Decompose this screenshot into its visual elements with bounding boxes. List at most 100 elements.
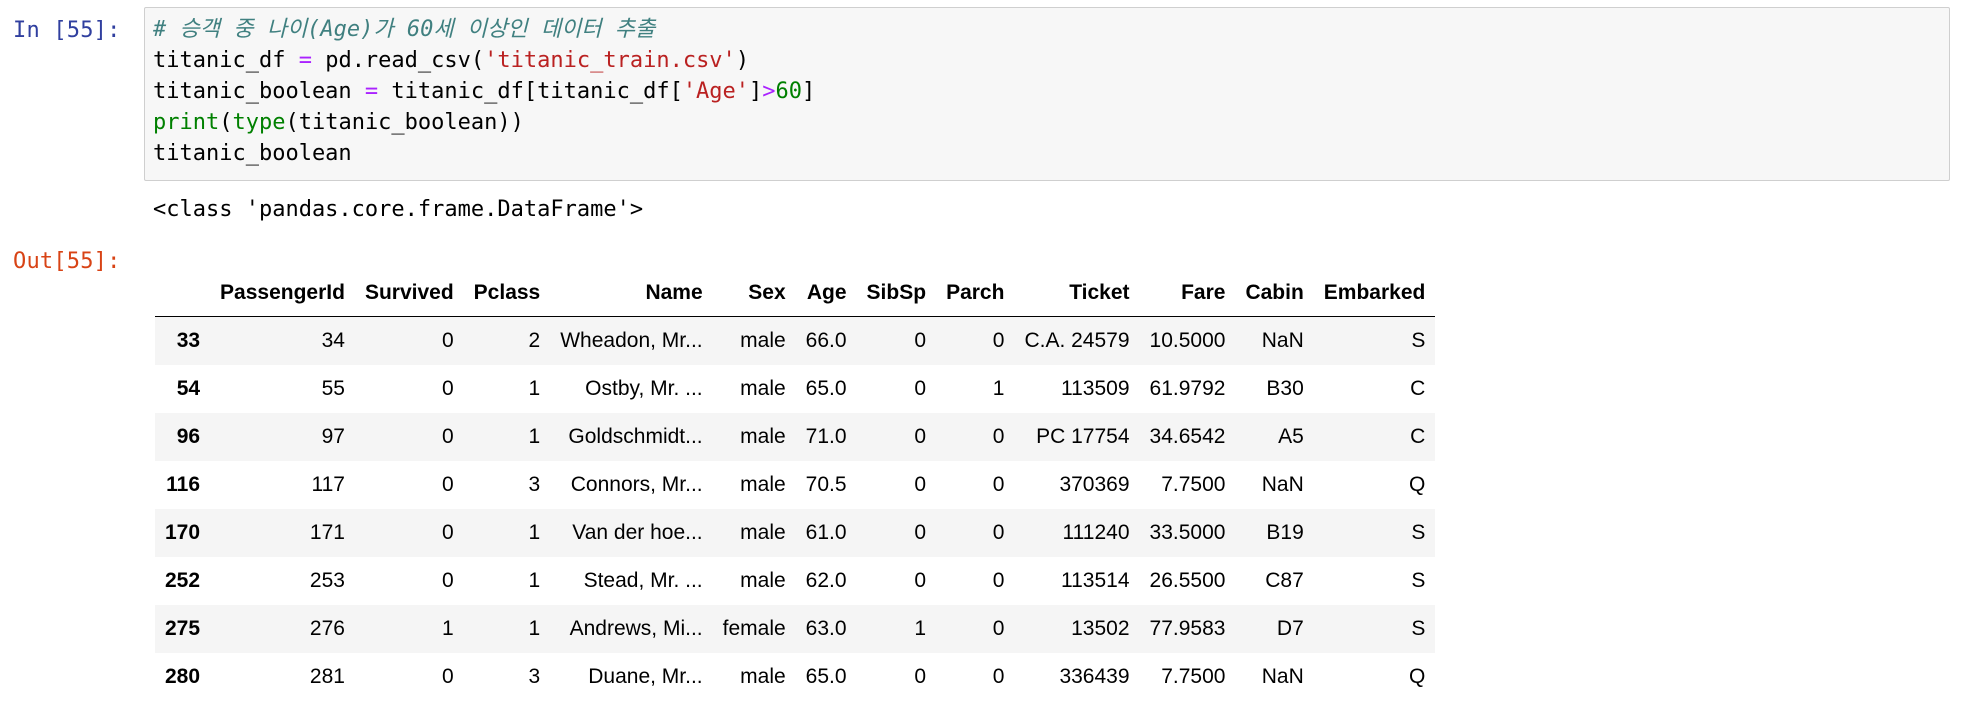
code-token: titanic_df: [153, 48, 299, 73]
table-row: 545501Ostby, Mr. ...male65.00111350961.9…: [155, 365, 1435, 413]
table-cell: D7: [1235, 605, 1313, 653]
table-cell: Duane, Mr...: [550, 653, 712, 701]
table-cell: 0: [936, 557, 1014, 605]
column-header: Survived: [355, 270, 464, 317]
table-cell: male: [713, 557, 796, 605]
code-comment: # 승객 중 나이(Age)가 60세 이상인 데이터 추출: [153, 17, 655, 42]
table-cell: 1: [355, 605, 464, 653]
code-token: ]: [749, 79, 762, 104]
code-operator: >: [762, 79, 775, 104]
table-cell: C: [1314, 365, 1436, 413]
table-cell: male: [713, 509, 796, 557]
table-cell: B30: [1235, 365, 1313, 413]
table-cell: male: [713, 413, 796, 461]
code-number: 60: [776, 79, 803, 104]
table-cell: 370369: [1014, 461, 1139, 509]
column-header: Cabin: [1235, 270, 1313, 317]
table-cell: 0: [857, 317, 937, 366]
code-text[interactable]: # 승객 중 나이(Age)가 60세 이상인 데이터 추출 titanic_d…: [153, 14, 815, 169]
code-token: ]: [802, 79, 815, 104]
table-cell: B19: [1235, 509, 1313, 557]
dataframe-table: PassengerIdSurvivedPclassNameSexAgeSibSp…: [155, 270, 1435, 701]
row-index: 280: [155, 653, 210, 701]
column-header: PassengerId: [210, 270, 355, 317]
table-cell: 1: [857, 605, 937, 653]
table-cell: 1: [464, 413, 551, 461]
code-string: 'Age': [683, 79, 749, 104]
code-cell-editor[interactable]: # 승객 중 나이(Age)가 60세 이상인 데이터 추출 titanic_d…: [144, 7, 1950, 181]
table-cell: 0: [936, 413, 1014, 461]
stdout-output: <class 'pandas.core.frame.DataFrame'>: [153, 194, 643, 225]
table-row: 27527611Andrews, Mi...female63.010135027…: [155, 605, 1435, 653]
table-cell: 0: [936, 509, 1014, 557]
code-token: titanic_boolean: [153, 79, 365, 104]
code-operator: =: [299, 48, 312, 73]
table-cell: 1: [464, 365, 551, 413]
row-index: 275: [155, 605, 210, 653]
table-cell: 0: [355, 461, 464, 509]
table-cell: 113514: [1014, 557, 1139, 605]
table-row: 25225301Stead, Mr. ...male62.00011351426…: [155, 557, 1435, 605]
code-token: titanic_df[titanic_df[: [378, 79, 683, 104]
table-cell: 0: [857, 557, 937, 605]
code-token: ): [736, 48, 749, 73]
table-cell: 66.0: [796, 317, 857, 366]
table-row: 17017101Van der hoe...male61.00011124033…: [155, 509, 1435, 557]
code-builtin: type: [232, 110, 285, 135]
code-token: titanic_boolean: [153, 141, 352, 166]
table-cell: 1: [936, 365, 1014, 413]
column-header: Pclass: [464, 270, 551, 317]
table-cell: S: [1314, 509, 1436, 557]
row-index: 252: [155, 557, 210, 605]
table-cell: S: [1314, 605, 1436, 653]
table-cell: NaN: [1235, 317, 1313, 366]
table-cell: A5: [1235, 413, 1313, 461]
table-cell: 77.9583: [1140, 605, 1236, 653]
table-cell: 70.5: [796, 461, 857, 509]
table-cell: 34.6542: [1140, 413, 1236, 461]
table-cell: 0: [355, 413, 464, 461]
table-cell: 0: [355, 365, 464, 413]
table-cell: Connors, Mr...: [550, 461, 712, 509]
index-header: [155, 270, 210, 317]
table-cell: S: [1314, 557, 1436, 605]
table-cell: 65.0: [796, 653, 857, 701]
table-cell: 34: [210, 317, 355, 366]
table-cell: C87: [1235, 557, 1313, 605]
table-cell: 97: [210, 413, 355, 461]
table-cell: 336439: [1014, 653, 1139, 701]
table-row: 969701Goldschmidt...male71.000PC 1775434…: [155, 413, 1435, 461]
column-header: Embarked: [1314, 270, 1436, 317]
table-cell: 63.0: [796, 605, 857, 653]
table-cell: 0: [355, 317, 464, 366]
table-row: 28028103Duane, Mr...male65.0003364397.75…: [155, 653, 1435, 701]
table-row: 333402Wheadon, Mr...male66.000C.A. 24579…: [155, 317, 1435, 366]
row-index: 54: [155, 365, 210, 413]
table-cell: 0: [857, 461, 937, 509]
column-header: Name: [550, 270, 712, 317]
table-cell: Q: [1314, 653, 1436, 701]
table-cell: male: [713, 317, 796, 366]
code-token: (: [219, 110, 232, 135]
code-string: 'titanic_train.csv': [484, 48, 736, 73]
table-cell: 61.0: [796, 509, 857, 557]
header-row: PassengerIdSurvivedPclassNameSexAgeSibSp…: [155, 270, 1435, 317]
table-cell: 3: [464, 461, 551, 509]
table-cell: 61.9792: [1140, 365, 1236, 413]
column-header: SibSp: [857, 270, 937, 317]
table-cell: Andrews, Mi...: [550, 605, 712, 653]
table-cell: Ostby, Mr. ...: [550, 365, 712, 413]
table-cell: 111240: [1014, 509, 1139, 557]
row-index: 116: [155, 461, 210, 509]
table-cell: 0: [936, 461, 1014, 509]
table-cell: 171: [210, 509, 355, 557]
column-header: Fare: [1140, 270, 1236, 317]
table-cell: Van der hoe...: [550, 509, 712, 557]
table-cell: 0: [355, 557, 464, 605]
table-cell: male: [713, 653, 796, 701]
table-cell: 1: [464, 557, 551, 605]
table-cell: 26.5500: [1140, 557, 1236, 605]
table-header: PassengerIdSurvivedPclassNameSexAgeSibSp…: [155, 270, 1435, 317]
table-cell: 0: [936, 317, 1014, 366]
table-cell: 117: [210, 461, 355, 509]
